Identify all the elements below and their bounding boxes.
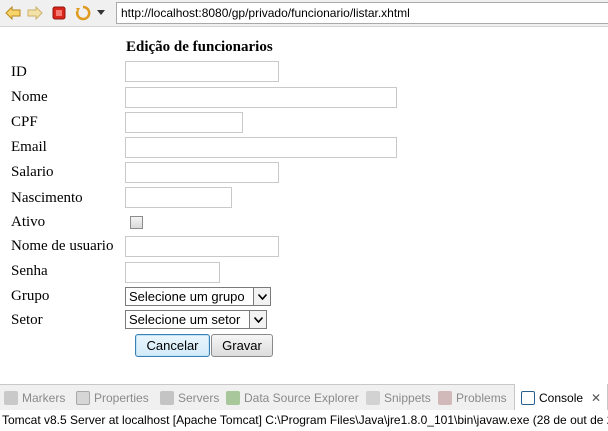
tab-problems[interactable]: Problems — [438, 385, 507, 411]
tab-label: Data Source Explorer — [244, 391, 359, 405]
chevron-down-icon — [249, 311, 266, 328]
snippets-icon — [366, 391, 380, 405]
form-title: Edição de funcionarios — [126, 39, 273, 55]
nascimento-input[interactable] — [125, 187, 232, 208]
nome-label: Nome — [11, 89, 48, 105]
nome-usuario-input[interactable] — [125, 236, 279, 257]
tab-servers[interactable]: Servers — [160, 385, 219, 411]
tab-label: Snippets — [384, 391, 431, 405]
cancel-button[interactable]: Cancelar — [135, 334, 210, 357]
problems-icon — [438, 391, 452, 405]
save-button[interactable]: Gravar — [211, 334, 273, 357]
forward-arrow-icon[interactable] — [26, 4, 44, 22]
tab-data-source-explorer[interactable]: Data Source Explorer — [226, 385, 359, 411]
grupo-select[interactable]: Selecione um grupo — [125, 287, 271, 306]
senha-label: Senha — [11, 263, 48, 279]
salario-label: Salario — [11, 164, 54, 180]
nome-usuario-label: Nome de usuario — [11, 238, 114, 254]
tab-label: Problems — [456, 391, 507, 405]
setor-selected-value: Selecione um setor — [129, 312, 241, 327]
senha-input[interactable] — [125, 262, 220, 283]
console-output-line: Tomcat v8.5 Server at localhost [Apache … — [0, 410, 608, 431]
console-icon — [521, 390, 535, 405]
address-bar[interactable]: http://localhost:8080/gp/privado/funcion… — [116, 2, 608, 24]
markers-icon — [4, 391, 18, 405]
cpf-label: CPF — [11, 114, 38, 130]
properties-icon — [76, 391, 90, 405]
grupo-selected-value: Selecione um grupo — [129, 289, 245, 304]
email-label: Email — [11, 139, 47, 155]
chevron-down-icon — [253, 288, 270, 305]
id-input[interactable] — [125, 61, 279, 82]
database-icon — [226, 391, 240, 405]
grupo-label: Grupo — [11, 288, 50, 304]
employee-form: Edição de funcionarios ID Nome CPF Email… — [0, 27, 608, 379]
servers-icon — [160, 391, 174, 405]
tab-label: Console — [539, 390, 584, 405]
tab-console[interactable]: Console ✕ — [514, 384, 608, 411]
views-tab-bar: Markers Properties Servers Data Source E… — [0, 384, 608, 411]
close-icon[interactable]: ✕ — [591, 391, 601, 405]
ativo-checkbox[interactable] — [130, 216, 143, 229]
tab-label: Servers — [178, 391, 220, 405]
tab-markers[interactable]: Markers — [4, 385, 65, 411]
stop-icon[interactable] — [50, 4, 68, 22]
setor-label: Setor — [11, 312, 43, 328]
email-input[interactable] — [125, 137, 397, 158]
salario-input[interactable] — [125, 162, 279, 183]
nascimento-label: Nascimento — [11, 190, 83, 206]
dropdown-arrow-icon[interactable] — [95, 4, 107, 22]
nome-input[interactable] — [125, 87, 397, 108]
refresh-icon[interactable] — [74, 4, 92, 22]
back-arrow-icon[interactable] — [4, 4, 22, 22]
tab-properties[interactable]: Properties — [76, 385, 149, 411]
ativo-label: Ativo — [11, 214, 46, 230]
tab-snippets[interactable]: Snippets — [366, 385, 431, 411]
id-label: ID — [11, 64, 27, 80]
cpf-input[interactable] — [125, 112, 243, 133]
browser-toolbar: http://localhost:8080/gp/privado/funcion… — [0, 0, 608, 27]
tab-label: Markers — [22, 391, 66, 405]
setor-select[interactable]: Selecione um setor — [125, 310, 267, 329]
tab-label: Properties — [94, 391, 149, 405]
